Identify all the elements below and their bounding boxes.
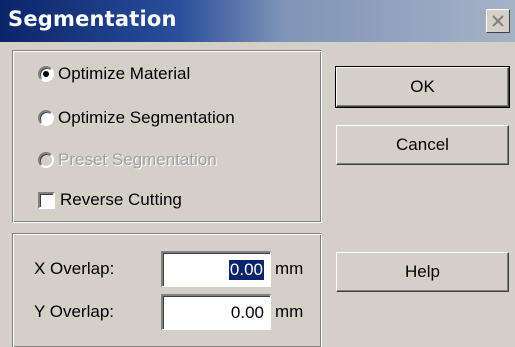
- radio-optimize-segmentation[interactable]: Optimize Segmentation: [38, 105, 235, 131]
- checkbox[interactable]: [38, 191, 55, 209]
- radio-label: Optimize Material: [58, 64, 191, 83]
- cancel-button[interactable]: Cancel: [336, 125, 509, 165]
- radio-preset-segmentation: Preset Segmentation: [38, 147, 217, 173]
- x-overlap-unit: mm: [275, 259, 304, 278]
- radio-label: Optimize Segmentation: [58, 108, 235, 127]
- ok-button[interactable]: OK: [335, 66, 510, 108]
- close-button[interactable]: [486, 9, 510, 33]
- x-overlap-label: X Overlap:: [34, 259, 115, 278]
- segmentation-dialog: Segmentation Optimize Material Optimize …: [0, 0, 515, 347]
- y-overlap-value: 0.00: [230, 302, 264, 322]
- checkbox-label: Reverse Cutting: [60, 190, 182, 209]
- window-title: Segmentation: [8, 7, 177, 31]
- radio-button-checked[interactable]: [38, 66, 54, 82]
- y-overlap-unit: mm: [275, 302, 304, 321]
- y-overlap-label: Y Overlap:: [34, 302, 115, 321]
- checkbox-reverse-cutting[interactable]: Reverse Cutting: [38, 187, 182, 213]
- x-overlap-value: 0.00: [228, 259, 264, 280]
- y-overlap-input[interactable]: 0.00: [161, 294, 271, 330]
- close-icon: [492, 15, 504, 27]
- radio-label: Preset Segmentation: [58, 150, 217, 169]
- help-button[interactable]: Help: [336, 252, 509, 292]
- radio-button-disabled: [38, 152, 54, 168]
- x-overlap-input[interactable]: 0.00: [161, 251, 271, 287]
- title-bar[interactable]: Segmentation: [0, 0, 515, 42]
- radio-optimize-material[interactable]: Optimize Material: [38, 61, 190, 87]
- radio-button[interactable]: [38, 110, 54, 126]
